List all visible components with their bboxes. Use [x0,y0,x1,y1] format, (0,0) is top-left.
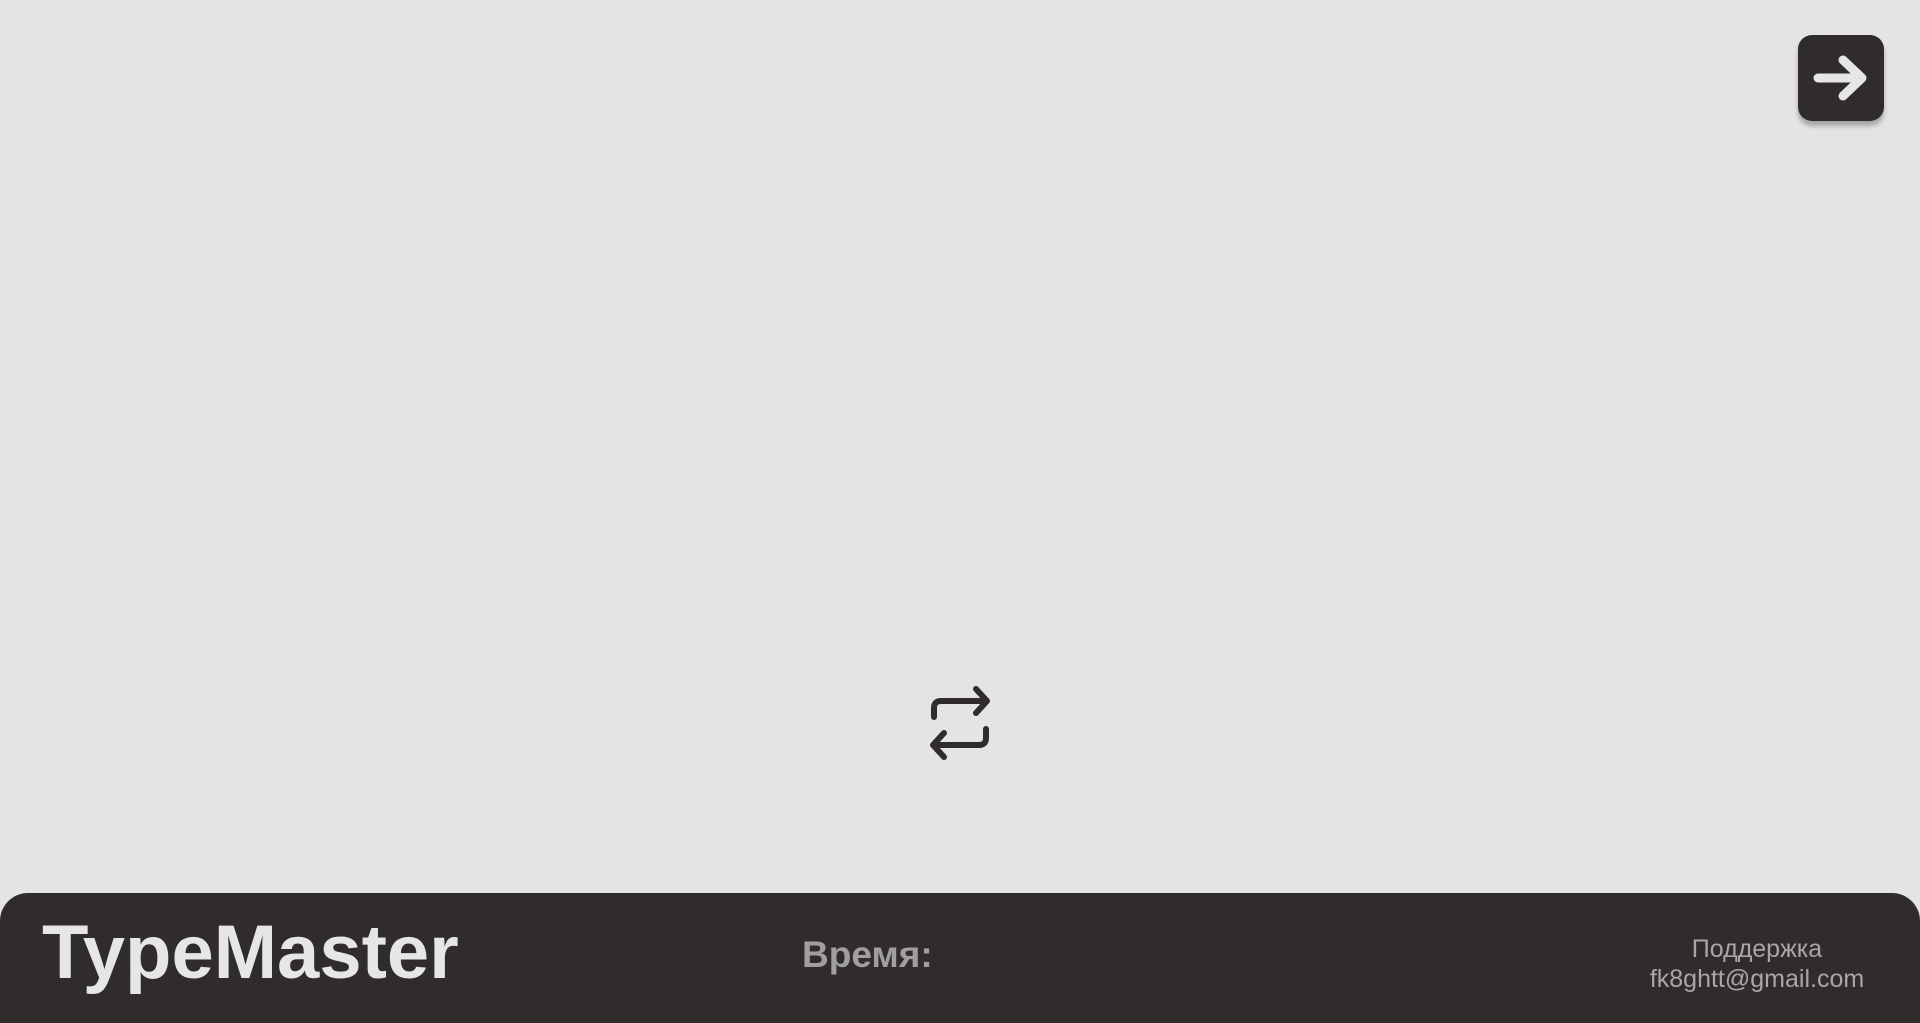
next-button[interactable] [1798,35,1884,121]
brand-logo: TypeMaster [42,910,459,995]
support-block: Поддержка fk8ghtt@gmail.com [1627,934,1887,994]
support-label: Поддержка [1691,935,1823,963]
typing-page: TypeMaster Время: Поддержка fk8ghtt@gmai… [0,0,1920,1023]
footer-panel: TypeMaster Время: Поддержка fk8ghtt@gmai… [0,893,1920,1023]
repeat-swap-icon [925,683,995,763]
support-email-link[interactable]: fk8ghtt@gmail.com [1627,964,1887,994]
arrow-right-icon [1812,53,1870,103]
swap-button[interactable] [922,682,998,764]
time-label: Время: [802,934,933,975]
